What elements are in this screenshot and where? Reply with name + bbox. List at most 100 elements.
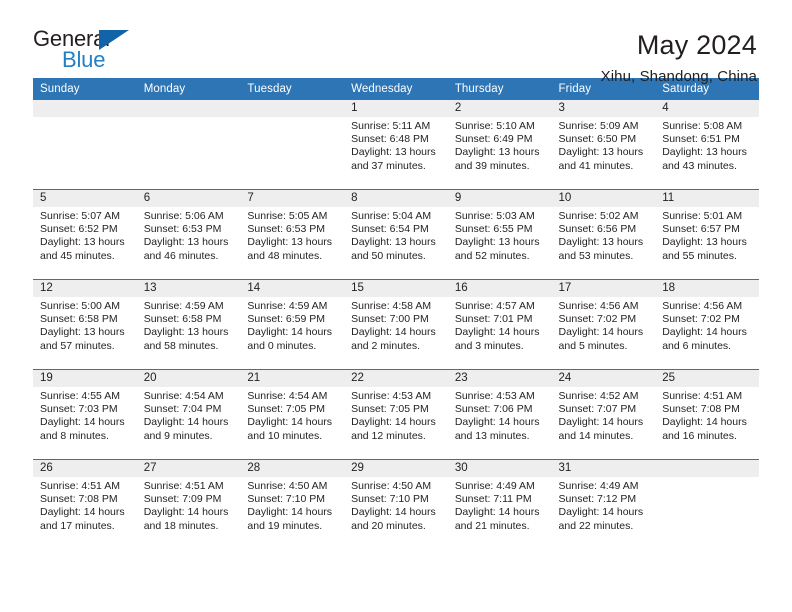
- day-cell-content: 27 Sunrise: 4:51 AM Sunset: 7:09 PM Dayligh…: [136, 460, 241, 549]
- calendar-day-cell[interactable]: 27 Sunrise: 4:51 AM Sunset: 7:09 PM Dayligh…: [136, 459, 241, 549]
- calendar-day-cell[interactable]: 7 Sunrise: 5:05 AM Sunset: 6:53 PM Daylight…: [240, 189, 345, 280]
- calendar-day-cell[interactable]: [240, 100, 345, 190]
- calendar-day-cell[interactable]: 22 Sunrise: 4:53 AM Sunset: 7:05 PM Dayligh…: [344, 369, 448, 460]
- calendar-week-row: 1 Sunrise: 5:11 AM Sunset: 6:48 PM Daylight…: [33, 100, 759, 190]
- sunrise-time: Sunrise: 4:59 AM: [247, 300, 328, 312]
- calendar-day-cell[interactable]: [33, 100, 137, 190]
- day-info: Sunrise: 5:06 AM Sunset: 6:53 PM Daylight:…: [137, 207, 241, 263]
- calendar-day-cell[interactable]: 25 Sunrise: 4:51 AM Sunset: 7:08 PM Dayligh…: [655, 369, 759, 460]
- calendar-day-cell[interactable]: 31 Sunrise: 4:49 AM Sunset: 7:12 PM Dayligh…: [551, 459, 656, 549]
- day-info: Sunrise: 4:59 AM Sunset: 6:59 PM Daylight:…: [240, 297, 344, 353]
- daylight-duration-line1: Daylight: 14 hours: [558, 506, 644, 519]
- day-cell-empty: [655, 460, 759, 549]
- sunrise-time: Sunrise: 4:57 AM: [454, 300, 535, 312]
- day-cell-content: 13 Sunrise: 4:59 AM Sunset: 6:58 PM Dayligh…: [136, 280, 241, 369]
- calendar-day-cell[interactable]: 15 Sunrise: 4:58 AM Sunset: 7:00 PM Dayligh…: [344, 279, 448, 370]
- sunrise-time: Sunrise: 4:56 AM: [558, 300, 639, 312]
- day-number: 31: [558, 462, 572, 474]
- sunrise-sunset-calendar: Sunday Monday Tuesday Wednesday Thursday…: [33, 78, 759, 549]
- sunrise-time: Sunrise: 5:01 AM: [662, 210, 743, 222]
- daylight-duration-line2: and 43 minutes.: [662, 159, 737, 172]
- sunset-time: Sunset: 7:08 PM: [40, 493, 118, 506]
- daylight-duration-line2: and 19 minutes.: [247, 519, 323, 532]
- calendar-day-cell[interactable]: 21 Sunrise: 4:54 AM Sunset: 7:05 PM Dayligh…: [240, 369, 345, 460]
- day-info: Sunrise: 5:02 AM Sunset: 6:56 PM Daylight:…: [552, 207, 656, 263]
- daylight-duration-line1: Daylight: 13 hours: [454, 236, 540, 249]
- daylight-duration-line1: Daylight: 14 hours: [247, 506, 333, 519]
- calendar-day-cell[interactable]: 13 Sunrise: 4:59 AM Sunset: 6:58 PM Dayligh…: [136, 279, 241, 370]
- day-info: Sunrise: 4:56 AM Sunset: 7:02 PM Daylight:…: [552, 297, 656, 353]
- day-number: 13: [143, 282, 157, 294]
- sunset-time: Sunset: 6:52 PM: [40, 223, 118, 236]
- day-number: 4: [662, 102, 669, 114]
- calendar-day-cell[interactable]: 6 Sunrise: 5:06 AM Sunset: 6:53 PM Daylight…: [136, 189, 241, 280]
- day-number: 11: [662, 192, 675, 204]
- calendar-day-cell[interactable]: 3 Sunrise: 5:09 AM Sunset: 6:50 PM Daylight…: [551, 100, 656, 190]
- day-info: Sunrise: 4:53 AM Sunset: 7:05 PM Daylight:…: [344, 387, 448, 443]
- day-cell-content: 16 Sunrise: 4:57 AM Sunset: 7:01 PM Dayligh…: [447, 280, 552, 369]
- day-number-strip: 25: [655, 370, 759, 387]
- calendar-day-cell[interactable]: 4 Sunrise: 5:08 AM Sunset: 6:51 PM Daylight…: [655, 100, 759, 190]
- day-number-strip: 5: [33, 190, 137, 207]
- calendar-day-cell[interactable]: [136, 100, 241, 190]
- calendar-day-cell[interactable]: 12 Sunrise: 5:00 AM Sunset: 6:58 PM Dayligh…: [33, 279, 137, 370]
- weekday-header-tuesday: Tuesday: [240, 78, 345, 100]
- day-number: 30: [454, 462, 468, 474]
- sunrise-time: Sunrise: 5:09 AM: [558, 120, 639, 132]
- daylight-duration-line1: Daylight: 14 hours: [247, 326, 333, 339]
- daylight-duration-line1: Daylight: 13 hours: [247, 236, 333, 249]
- sunset-time: Sunset: 7:02 PM: [558, 313, 637, 326]
- sunset-time: Sunset: 6:59 PM: [247, 313, 326, 326]
- calendar-day-cell[interactable]: 11 Sunrise: 5:01 AM Sunset: 6:57 PM Dayligh…: [655, 189, 759, 280]
- calendar-day-cell[interactable]: 19 Sunrise: 4:55 AM Sunset: 7:03 PM Dayligh…: [33, 369, 137, 460]
- weekday-header-wednesday: Wednesday: [344, 78, 448, 100]
- day-number-strip: 17: [551, 280, 656, 297]
- sunset-time: Sunset: 7:05 PM: [351, 403, 429, 416]
- day-number: 19: [40, 372, 53, 384]
- calendar-day-cell[interactable]: 1 Sunrise: 5:11 AM Sunset: 6:48 PM Daylight…: [344, 100, 448, 190]
- calendar-day-cell[interactable]: 18 Sunrise: 4:56 AM Sunset: 7:02 PM Dayligh…: [655, 279, 759, 370]
- daylight-duration-line2: and 18 minutes.: [143, 519, 219, 532]
- day-cell-content: 28 Sunrise: 4:50 AM Sunset: 7:10 PM Dayligh…: [240, 460, 345, 549]
- day-number: 7: [247, 192, 254, 204]
- calendar-week-row: 19 Sunrise: 4:55 AM Sunset: 7:03 PM Dayligh…: [33, 369, 759, 460]
- daylight-duration-line1: Daylight: 13 hours: [40, 236, 125, 249]
- day-number: 18: [662, 282, 676, 294]
- day-cell-content: 14 Sunrise: 4:59 AM Sunset: 6:59 PM Dayligh…: [240, 280, 345, 369]
- sunrise-time: Sunrise: 4:54 AM: [247, 390, 328, 402]
- calendar-day-cell[interactable]: 30 Sunrise: 4:49 AM Sunset: 7:11 PM Dayligh…: [447, 459, 552, 549]
- calendar-day-cell[interactable]: 23 Sunrise: 4:53 AM Sunset: 7:06 PM Dayligh…: [447, 369, 552, 460]
- sunset-time: Sunset: 7:10 PM: [351, 493, 429, 506]
- calendar-day-cell[interactable]: 28 Sunrise: 4:50 AM Sunset: 7:10 PM Dayligh…: [240, 459, 345, 549]
- daylight-duration-line1: Daylight: 13 hours: [454, 146, 540, 159]
- day-info: Sunrise: 5:03 AM Sunset: 6:55 PM Daylight:…: [448, 207, 552, 263]
- calendar-day-cell[interactable]: 26 Sunrise: 4:51 AM Sunset: 7:08 PM Dayligh…: [33, 459, 137, 549]
- calendar-day-cell[interactable]: 14 Sunrise: 4:59 AM Sunset: 6:59 PM Dayligh…: [240, 279, 345, 370]
- day-info: Sunrise: 5:01 AM Sunset: 6:57 PM Daylight:…: [655, 207, 759, 263]
- calendar-day-cell[interactable]: 5 Sunrise: 5:07 AM Sunset: 6:52 PM Daylight…: [33, 189, 137, 280]
- daylight-duration-line2: and 12 minutes.: [351, 429, 426, 442]
- page-header: General Blue May 2024 Xihu, Shandong, Ch…: [0, 0, 792, 86]
- daylight-duration-line2: and 9 minutes.: [143, 429, 213, 442]
- sunset-time: Sunset: 6:53 PM: [143, 223, 222, 236]
- calendar-day-cell[interactable]: 8 Sunrise: 5:04 AM Sunset: 6:54 PM Daylight…: [344, 189, 448, 280]
- calendar-day-cell[interactable]: 2 Sunrise: 5:10 AM Sunset: 6:49 PM Daylight…: [447, 100, 552, 190]
- page-title: May 2024: [636, 30, 757, 60]
- calendar-day-cell[interactable]: 10 Sunrise: 5:02 AM Sunset: 6:56 PM Dayligh…: [551, 189, 656, 280]
- sunset-time: Sunset: 6:53 PM: [247, 223, 326, 236]
- day-number: 9: [454, 192, 462, 204]
- calendar-day-cell[interactable]: 29 Sunrise: 4:50 AM Sunset: 7:10 PM Dayligh…: [344, 459, 448, 549]
- calendar-day-cell[interactable]: 9 Sunrise: 5:03 AM Sunset: 6:55 PM Daylight…: [447, 189, 552, 280]
- day-number: 15: [351, 282, 364, 294]
- day-number: 3: [558, 102, 565, 114]
- calendar-day-cell[interactable]: 17 Sunrise: 4:56 AM Sunset: 7:02 PM Dayligh…: [551, 279, 656, 370]
- calendar-day-cell[interactable]: 20 Sunrise: 4:54 AM Sunset: 7:04 PM Dayligh…: [136, 369, 241, 460]
- sunset-time: Sunset: 6:58 PM: [143, 313, 222, 326]
- day-cell-content: 8 Sunrise: 5:04 AM Sunset: 6:54 PM Daylight…: [344, 190, 448, 279]
- calendar-day-cell[interactable]: 16 Sunrise: 4:57 AM Sunset: 7:01 PM Dayligh…: [447, 279, 552, 370]
- sunset-time: Sunset: 7:11 PM: [454, 493, 532, 506]
- sunset-time: Sunset: 6:55 PM: [454, 223, 533, 236]
- calendar-day-cell[interactable]: [655, 459, 759, 549]
- day-info: Sunrise: 5:08 AM Sunset: 6:51 PM Daylight:…: [655, 117, 759, 173]
- calendar-day-cell[interactable]: 24 Sunrise: 4:52 AM Sunset: 7:07 PM Dayligh…: [551, 369, 656, 460]
